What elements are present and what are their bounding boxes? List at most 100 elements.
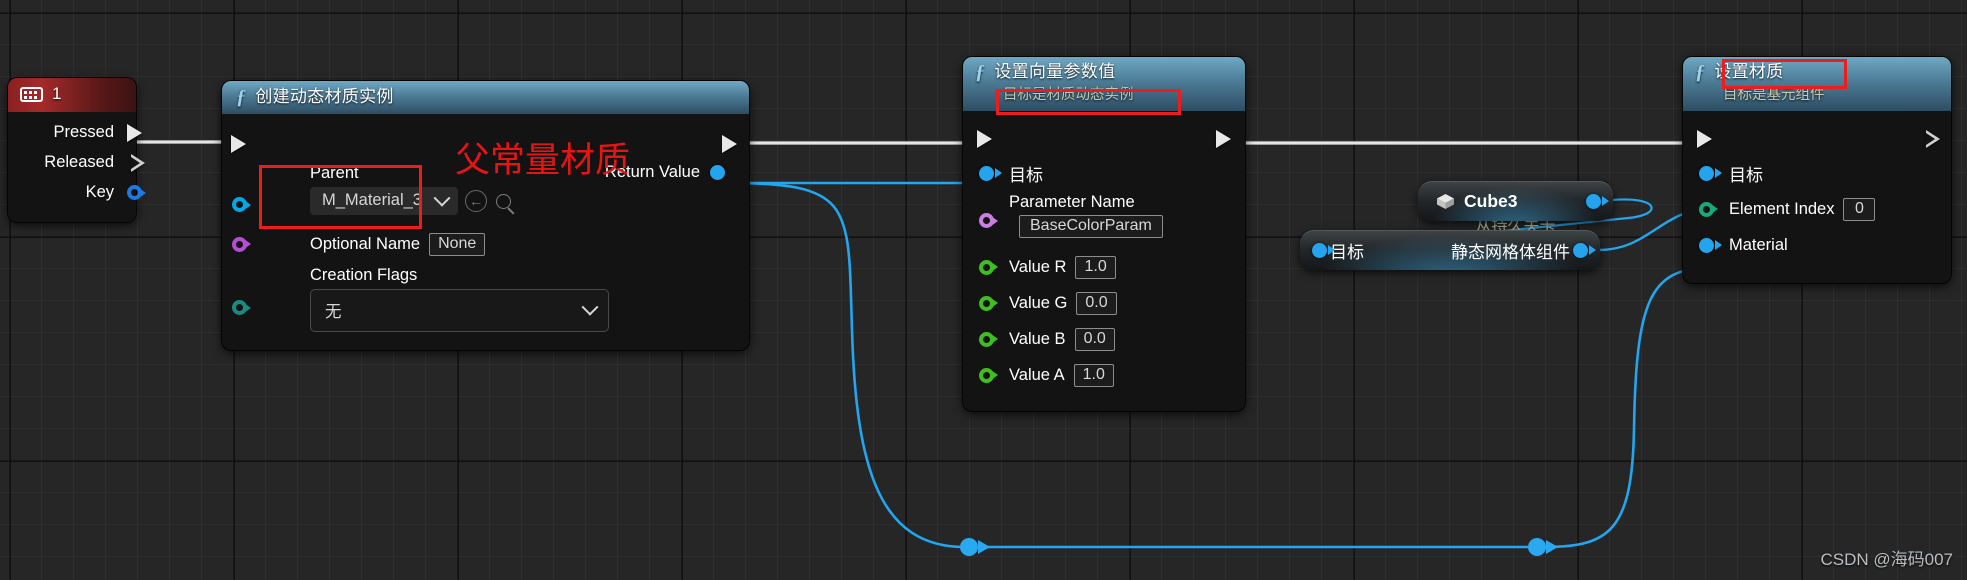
exec-in[interactable] bbox=[1697, 130, 1712, 148]
exec-pin-filled-icon bbox=[977, 130, 992, 148]
watermark: CSDN @海码007 bbox=[1820, 550, 1953, 569]
data-out-smc[interactable] bbox=[1573, 242, 1596, 258]
data-in-creation-flags[interactable] bbox=[232, 300, 251, 315]
pin-row-element-index[interactable]: Element Index 0 bbox=[1683, 191, 1951, 227]
node-header: ƒ 设置向量参数值 目标是材质动态实例 bbox=[963, 57, 1245, 111]
exec-pin-filled-icon bbox=[231, 135, 246, 153]
data-in-value-g[interactable] bbox=[979, 295, 998, 311]
data-out-cube3[interactable] bbox=[1586, 193, 1609, 209]
optional-name-input[interactable]: None bbox=[429, 232, 486, 256]
data-in-target[interactable] bbox=[1699, 165, 1722, 181]
cube-icon bbox=[1436, 193, 1455, 210]
node-create-dynamic-material-instance[interactable]: ƒ 创建动态材质实例 Parent M_Material_3 ← Return … bbox=[222, 81, 749, 350]
value-r-input[interactable]: 1.0 bbox=[1075, 255, 1116, 279]
parameter-name-input[interactable]: BaseColorParam bbox=[1019, 215, 1163, 238]
data-in-material[interactable] bbox=[1699, 237, 1722, 253]
cube3-out-pin-icon bbox=[1586, 193, 1609, 209]
data-in-value-a[interactable] bbox=[979, 367, 998, 383]
node-set-vector-parameter-value[interactable]: ƒ 设置向量参数值 目标是材质动态实例 目标 Parameter Name Ba… bbox=[963, 57, 1245, 411]
blueprint-graph-canvas[interactable]: 1 Pressed Released Key ƒ 创建动态材质实例 Parent… bbox=[0, 0, 1967, 580]
node-subtitle: 目标是材质动态实例 bbox=[1003, 87, 1134, 103]
exec-out[interactable] bbox=[1926, 130, 1940, 148]
data-in-value-b[interactable] bbox=[979, 331, 998, 347]
creation-flags-dropdown[interactable]: 无 bbox=[310, 289, 609, 332]
pin-row-value-r[interactable]: Value R 1.0 bbox=[963, 249, 1245, 285]
node-title-row: ƒ 创建动态材质实例 bbox=[236, 87, 735, 107]
pin-label-value-g: Value G bbox=[1009, 293, 1068, 312]
pin-row-creation-flags[interactable]: Creation Flags 无 bbox=[222, 266, 749, 332]
data-in-value-r[interactable] bbox=[979, 259, 998, 275]
value-a-input[interactable]: 1.0 bbox=[1073, 363, 1114, 387]
node-input-key[interactable]: 1 Pressed Released Key bbox=[8, 78, 146, 222]
pin-label-pressed: Pressed bbox=[53, 123, 114, 142]
value-b-input[interactable]: 0.0 bbox=[1074, 327, 1115, 351]
parent-dropdown[interactable]: M_Material_3 bbox=[310, 187, 458, 215]
pin-row-key[interactable]: Key bbox=[8, 178, 146, 208]
pin-row-value-a[interactable]: Value A 1.0 bbox=[963, 357, 1245, 393]
data-out-key[interactable] bbox=[127, 185, 146, 201]
chevron-down-icon bbox=[581, 298, 599, 316]
data-in-target-smc[interactable] bbox=[1312, 242, 1335, 258]
pin-label-key: Key bbox=[85, 183, 114, 202]
exec-in[interactable] bbox=[231, 135, 246, 153]
value-a-pin-icon bbox=[979, 367, 998, 383]
search-icon[interactable] bbox=[495, 193, 511, 209]
node-title-row: 1 bbox=[20, 84, 122, 104]
value-g-pin-icon bbox=[979, 295, 998, 311]
exec-pin-hollow-icon bbox=[131, 153, 145, 172]
exec-out[interactable] bbox=[722, 135, 737, 153]
pin-label-parameter-name: Parameter Name bbox=[1009, 193, 1135, 211]
function-icon: ƒ bbox=[975, 61, 986, 83]
exec-pin-hollow-icon bbox=[1926, 130, 1940, 148]
parent-pin-icon bbox=[232, 197, 251, 212]
data-in-parameter-name[interactable] bbox=[979, 213, 998, 228]
pin-label-optional-name: Optional Name bbox=[310, 234, 421, 253]
parent-dropdown-value: M_Material_3 bbox=[322, 191, 422, 209]
pin-row-pressed[interactable]: Pressed bbox=[8, 118, 142, 148]
pin-row-released[interactable]: Released bbox=[8, 148, 145, 178]
pin-label-released: Released bbox=[44, 153, 114, 172]
pin-row-value-b[interactable]: Value B 0.0 bbox=[963, 321, 1245, 357]
pin-label-target: 目标 bbox=[1729, 165, 1763, 185]
exec-pin-filled-icon bbox=[1216, 130, 1231, 148]
reroute-node-2 bbox=[1528, 538, 1546, 556]
exec-in[interactable] bbox=[977, 130, 992, 148]
node-set-material[interactable]: ƒ 设置材质 目标是基元组件 目标 Element Index 0 Materi… bbox=[1683, 57, 1951, 283]
data-out-return-value[interactable] bbox=[710, 165, 725, 180]
exec-out-pressed[interactable] bbox=[127, 123, 142, 142]
data-in-target[interactable] bbox=[979, 165, 1002, 181]
browse-back-icon[interactable]: ← bbox=[464, 190, 487, 212]
target-pin-icon bbox=[1699, 165, 1722, 181]
pin-row-target[interactable]: 目标 bbox=[963, 155, 1245, 191]
smc-out-pin-icon bbox=[1573, 242, 1596, 258]
chevron-down-icon bbox=[433, 189, 451, 207]
value-b-pin-icon bbox=[979, 331, 998, 347]
annotation-parent-material-text: 父常量材质 bbox=[455, 141, 631, 180]
pin-label-target: 目标 bbox=[1009, 165, 1043, 185]
pin-row-target[interactable]: 目标 bbox=[1683, 155, 1951, 191]
return-value-pin-icon bbox=[710, 165, 725, 180]
optional-name-pin-icon bbox=[232, 236, 251, 252]
exec-row bbox=[1683, 123, 1951, 155]
data-in-element-index[interactable] bbox=[1699, 201, 1718, 217]
node-header: ƒ 设置材质 目标是基元组件 bbox=[1683, 57, 1951, 111]
node-body: 目标 Element Index 0 Material bbox=[1683, 111, 1951, 283]
pin-row-optional-name[interactable]: Optional Name None bbox=[222, 226, 749, 262]
value-g-input[interactable]: 0.0 bbox=[1076, 291, 1117, 315]
pin-row-material[interactable]: Material bbox=[1683, 227, 1951, 263]
element-index-input[interactable]: 0 bbox=[1843, 197, 1876, 221]
smc-title: 静态网格体组件 bbox=[1451, 242, 1570, 262]
node-cube3[interactable]: Cube3 bbox=[1418, 181, 1613, 221]
exec-out[interactable] bbox=[1216, 130, 1231, 148]
pin-label-element-index: Element Index bbox=[1729, 199, 1835, 218]
data-in-parent[interactable] bbox=[232, 197, 251, 212]
pin-row-value-g[interactable]: Value G 0.0 bbox=[963, 285, 1245, 321]
exec-pin-filled-icon bbox=[1697, 130, 1712, 148]
node-body: 目标 Parameter Name BaseColorParam Value R… bbox=[963, 111, 1245, 411]
pin-row-parameter-name[interactable]: Parameter Name BaseColorParam bbox=[963, 191, 1245, 249]
node-static-mesh-component[interactable]: 目标 静态网格体组件 bbox=[1300, 230, 1600, 270]
node-title: 创建动态材质实例 bbox=[255, 86, 394, 106]
exec-out-released[interactable] bbox=[131, 153, 145, 172]
creation-flags-value: 无 bbox=[325, 303, 342, 321]
data-in-optional-name[interactable] bbox=[232, 236, 251, 252]
